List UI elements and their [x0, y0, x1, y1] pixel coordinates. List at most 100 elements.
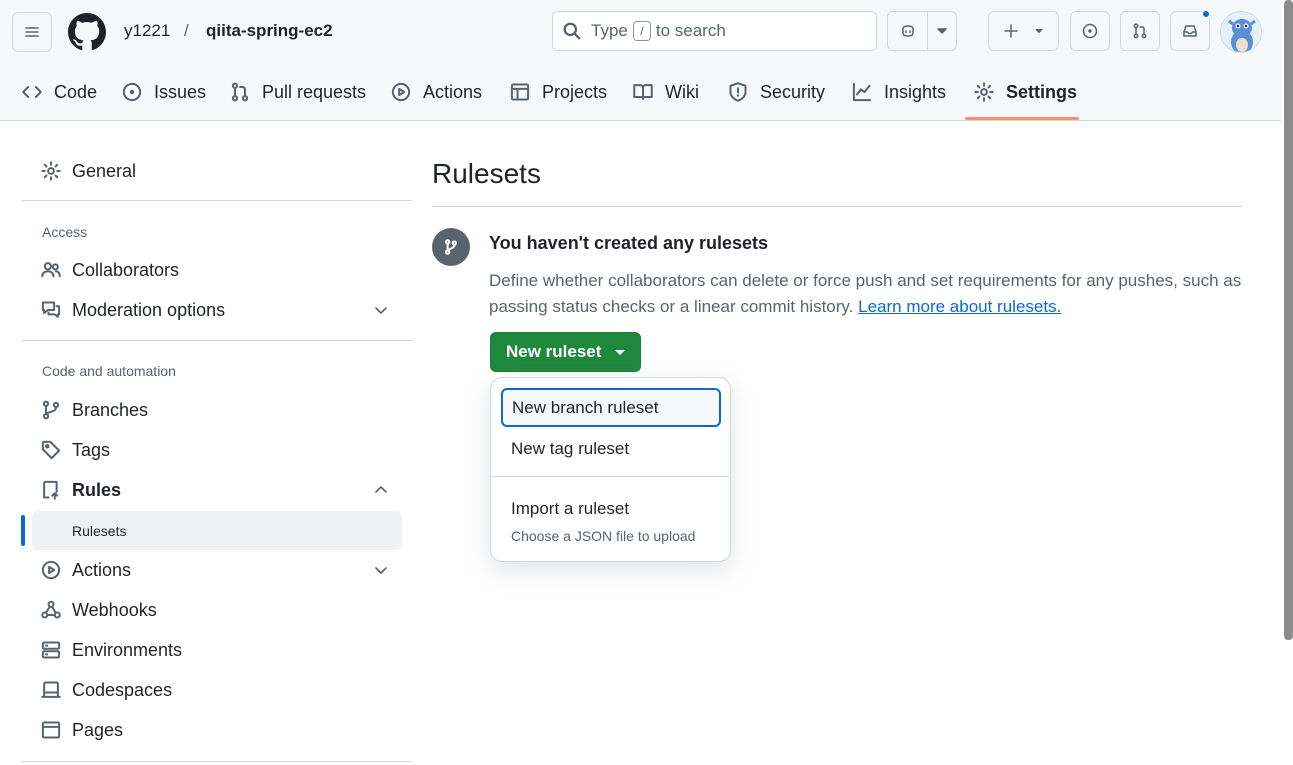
- tab-pull-requests[interactable]: Pull requests: [230, 70, 366, 114]
- shield-icon: [729, 82, 747, 102]
- blankslate-icon: [432, 228, 470, 266]
- sidebar-item-rules[interactable]: Rules: [21, 472, 412, 508]
- sidebar-item-label: Rules: [72, 479, 122, 500]
- git-branch-icon: [42, 400, 60, 420]
- new-ruleset-label: New ruleset: [506, 342, 602, 361]
- sidebar-item-label: Branches: [72, 399, 149, 420]
- triangle-down-icon: [1034, 28, 1043, 34]
- tab-security[interactable]: Security: [728, 70, 825, 114]
- tab-issues[interactable]: Issues: [122, 70, 206, 114]
- menu-divider: [491, 476, 730, 477]
- sidebar-item-general[interactable]: General: [21, 153, 412, 189]
- sidebar-subitem-rulesets[interactable]: Rulesets: [32, 511, 402, 550]
- sidebar-item-tags[interactable]: Tags: [21, 432, 412, 468]
- sidebar-item-label: General: [72, 160, 137, 181]
- active-tab-underline: [965, 117, 1079, 120]
- sidebar-item-collaborators[interactable]: Collaborators: [21, 252, 412, 288]
- menu-item-new-branch-ruleset[interactable]: New branch ruleset: [501, 388, 721, 427]
- git-branch-icon: [444, 239, 458, 255]
- tab-label: Pull requests: [262, 81, 367, 102]
- menu-item-import-ruleset[interactable]: Import a ruleset: [501, 499, 721, 519]
- sidebar-item-label: Codespaces: [72, 679, 173, 700]
- sidebar-divider: [21, 340, 412, 341]
- tab-label: Actions: [423, 81, 483, 102]
- sidebar-item-label: Moderation options: [72, 299, 226, 320]
- sidebar-item-label: Rulesets: [72, 522, 127, 539]
- sidebar-item-label: Tags: [72, 439, 111, 460]
- tag-icon: [41, 440, 61, 460]
- book-icon: [633, 84, 653, 100]
- active-item-indicator: [21, 515, 25, 546]
- avatar[interactable]: [1220, 11, 1262, 53]
- breadcrumb-repo[interactable]: qiita-spring-ec2: [206, 21, 333, 41]
- sidebar-item-label: Pages: [72, 719, 124, 740]
- menu-item-label: New tag ruleset: [511, 439, 630, 458]
- learn-more-link[interactable]: Learn more about rulesets.: [858, 297, 1061, 316]
- play-icon: [391, 82, 411, 102]
- sidebar-item-label: Environments: [72, 639, 183, 660]
- sidebar-group-code-automation: Code and automation: [42, 363, 176, 379]
- people-icon: [41, 262, 61, 278]
- search-icon: [563, 22, 581, 40]
- sidebar-item-webhooks[interactable]: Webhooks: [21, 592, 412, 628]
- tab-code[interactable]: Code: [22, 70, 97, 114]
- sidebar-item-label: Collaborators: [72, 259, 180, 280]
- repo-header: y1221 / qiita-spring-ec2 Type / to searc…: [0, 0, 1281, 121]
- play-icon: [41, 560, 61, 580]
- tab-wiki[interactable]: Wiki: [633, 70, 699, 114]
- tab-label: Code: [54, 81, 98, 102]
- search-prefix: Type: [591, 21, 628, 40]
- issues-button[interactable]: [1070, 11, 1110, 51]
- search-input[interactable]: Type / to search: [552, 11, 877, 51]
- tab-projects[interactable]: Projects: [510, 70, 607, 114]
- menu-item-label: Import a ruleset: [511, 499, 630, 518]
- sidebar-item-actions[interactable]: Actions: [21, 552, 412, 588]
- sidebar-item-codespaces[interactable]: Codespaces: [21, 672, 412, 708]
- create-new-button[interactable]: [988, 11, 1059, 51]
- browser-icon: [41, 721, 61, 739]
- comment-discussion-icon: [41, 301, 61, 318]
- tab-label: Projects: [542, 81, 608, 102]
- page-title: Rulesets: [432, 158, 541, 189]
- top-bar: y1221 / qiita-spring-ec2 Type / to searc…: [0, 0, 1281, 64]
- breadcrumb-separator: /: [184, 21, 189, 40]
- sidebar-item-branches[interactable]: Branches: [21, 392, 412, 428]
- sidebar-item-environments[interactable]: Environments: [21, 632, 412, 668]
- menu-item-description: Choose a JSON file to upload: [511, 528, 696, 544]
- table-icon: [510, 83, 530, 101]
- hamburger-icon: [25, 27, 39, 37]
- tab-insights[interactable]: Insights: [852, 70, 946, 114]
- blankslate-heading: You haven't created any rulesets: [489, 233, 769, 253]
- search-shortcut-key: /: [632, 21, 651, 41]
- server-icon: [41, 641, 61, 659]
- issue-opened-icon: [1082, 23, 1098, 39]
- copilot-button[interactable]: [887, 11, 928, 51]
- page-scrollbar[interactable]: [1284, 0, 1293, 640]
- chevron-up-icon: [375, 486, 387, 493]
- copilot-dropdown-button[interactable]: [927, 11, 957, 51]
- sidebar-divider: [21, 200, 412, 201]
- tab-actions[interactable]: Actions: [391, 70, 482, 114]
- tab-settings[interactable]: Settings: [974, 70, 1077, 114]
- sidebar-item-moderation[interactable]: Moderation options: [21, 292, 412, 328]
- repo-push-icon: [43, 480, 59, 500]
- chevron-down-icon: [375, 307, 387, 314]
- sidebar-divider: [21, 761, 412, 762]
- sidebar-item-pages[interactable]: Pages: [21, 712, 412, 748]
- github-logo-icon[interactable]: [68, 13, 106, 51]
- menu-item-new-tag-ruleset[interactable]: New tag ruleset: [501, 439, 721, 459]
- pull-requests-button[interactable]: [1120, 11, 1160, 51]
- avatar-image: [1228, 19, 1256, 52]
- tab-label: Security: [760, 81, 826, 102]
- tab-label: Wiki: [665, 81, 699, 102]
- hamburger-menu-button[interactable]: [12, 12, 52, 52]
- breadcrumb-owner[interactable]: y1221: [124, 21, 170, 41]
- new-ruleset-button[interactable]: New ruleset: [490, 332, 641, 372]
- caret-down-icon: [615, 350, 625, 355]
- menu-item-label: New branch ruleset: [512, 397, 659, 417]
- graph-icon: [852, 82, 872, 102]
- gear-icon: [974, 82, 994, 102]
- gear-icon: [41, 161, 61, 181]
- notification-dot: [1201, 9, 1211, 19]
- sidebar-item-label: Webhooks: [72, 599, 157, 620]
